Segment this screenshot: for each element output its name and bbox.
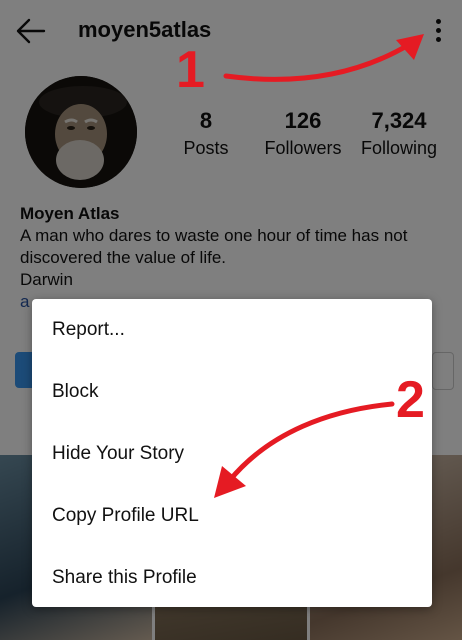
menu-item-copy-profile-url[interactable]: Copy Profile URL [32,485,432,547]
profile-options-menu: Report... Block Hide Your Story Copy Pro… [32,299,432,607]
menu-item-share-profile[interactable]: Share this Profile [32,547,432,609]
menu-item-hide-story[interactable]: Hide Your Story [32,423,432,485]
menu-item-report[interactable]: Report... [32,299,432,361]
menu-item-block[interactable]: Block [32,361,432,423]
annotation-step-2: 2 [396,371,425,429]
annotation-step-1: 1 [176,41,205,99]
